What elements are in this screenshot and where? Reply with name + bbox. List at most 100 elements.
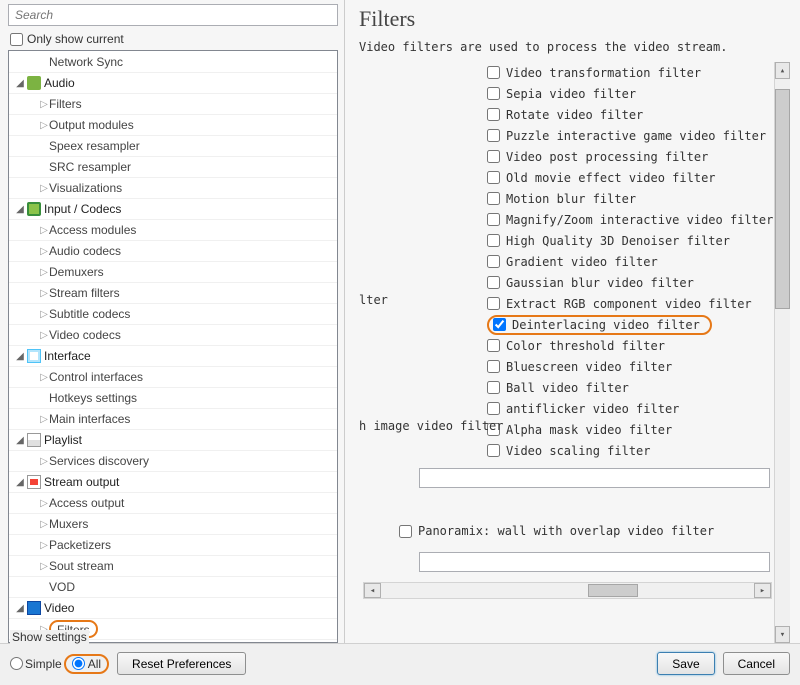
tree-item-output-modules[interactable]: ▷Output modules bbox=[9, 115, 337, 136]
filter-checkbox[interactable] bbox=[493, 318, 506, 331]
filter-checkbox[interactable] bbox=[487, 339, 500, 352]
tree-category-video[interactable]: ◢Video bbox=[9, 598, 337, 619]
filter-option[interactable]: Bluescreen video filter bbox=[487, 356, 773, 377]
filter-checkbox[interactable] bbox=[487, 192, 500, 205]
filter-checkbox[interactable] bbox=[487, 108, 500, 121]
filter-checkbox[interactable] bbox=[487, 402, 500, 415]
filter-option[interactable]: Motion blur filter bbox=[487, 188, 773, 209]
filter-checkbox[interactable] bbox=[487, 297, 500, 310]
filter-option[interactable]: Magnify/Zoom interactive video filter bbox=[487, 209, 773, 230]
panoramix-checkbox[interactable] bbox=[399, 525, 412, 538]
tree-item-sout-stream[interactable]: ▷Sout stream bbox=[9, 556, 337, 577]
filter-option[interactable]: Extract RGB component video filter bbox=[487, 293, 773, 314]
expand-arrow-icon[interactable]: ▷ bbox=[39, 94, 49, 115]
expand-arrow-icon[interactable]: ◢ bbox=[15, 199, 25, 220]
tree-category-interface[interactable]: ◢Interface bbox=[9, 346, 337, 367]
filter-module-input-2[interactable] bbox=[419, 552, 770, 572]
simple-radio[interactable]: Simple bbox=[10, 657, 62, 671]
filter-checkbox[interactable] bbox=[487, 129, 500, 142]
expand-arrow-icon[interactable]: ◢ bbox=[15, 73, 25, 94]
tree-item-filters[interactable]: ▷Filters bbox=[9, 94, 337, 115]
all-radio-input[interactable] bbox=[72, 657, 85, 670]
expand-arrow-icon[interactable]: ▷ bbox=[39, 178, 49, 199]
expand-arrow-icon[interactable]: ▷ bbox=[39, 304, 49, 325]
scroll-left-icon[interactable]: ◂ bbox=[364, 583, 381, 598]
tree-item-packetizers[interactable]: ▷Packetizers bbox=[9, 535, 337, 556]
cancel-button[interactable]: Cancel bbox=[723, 652, 790, 675]
filter-option[interactable]: antiflicker video filter bbox=[487, 398, 773, 419]
vscroll-thumb[interactable] bbox=[775, 89, 790, 309]
expand-arrow-icon[interactable]: ▷ bbox=[39, 535, 49, 556]
tree-category-playlist[interactable]: ◢Playlist bbox=[9, 430, 337, 451]
tree-item-network-sync[interactable]: Network Sync bbox=[9, 52, 337, 73]
filter-option[interactable]: Color threshold filter bbox=[487, 335, 773, 356]
filter-option[interactable]: Video scaling filter bbox=[487, 440, 773, 461]
expand-arrow-icon[interactable]: ▷ bbox=[39, 283, 49, 304]
filter-option[interactable]: Gradient video filter bbox=[487, 251, 773, 272]
expand-arrow-icon[interactable]: ▷ bbox=[39, 451, 49, 472]
expand-arrow-icon[interactable]: ◢ bbox=[15, 598, 25, 619]
tree-item-main-interfaces[interactable]: ▷Main interfaces bbox=[9, 409, 337, 430]
tree-item-subtitle-codecs[interactable]: ▷Subtitle codecs bbox=[9, 304, 337, 325]
filter-checkbox[interactable] bbox=[487, 255, 500, 268]
tree-item-speex-resampler[interactable]: Speex resampler bbox=[9, 136, 337, 157]
expand-arrow-icon[interactable]: ▷ bbox=[39, 115, 49, 136]
expand-arrow-icon[interactable]: ▷ bbox=[39, 493, 49, 514]
expand-arrow-icon[interactable]: ◢ bbox=[15, 472, 25, 493]
filter-option[interactable]: Puzzle interactive game video filter bbox=[487, 125, 773, 146]
expand-arrow-icon[interactable]: ▷ bbox=[39, 556, 49, 577]
tree-item-video-codecs[interactable]: ▷Video codecs bbox=[9, 325, 337, 346]
filter-checkbox[interactable] bbox=[487, 87, 500, 100]
tree-item-services-discovery[interactable]: ▷Services discovery bbox=[9, 451, 337, 472]
filter-checkbox[interactable] bbox=[487, 381, 500, 394]
tree-item-audio-codecs[interactable]: ▷Audio codecs bbox=[9, 241, 337, 262]
filter-checkbox[interactable] bbox=[487, 276, 500, 289]
tree-item-muxers[interactable]: ▷Muxers bbox=[9, 514, 337, 535]
tree-category-audio[interactable]: ◢Audio bbox=[9, 73, 337, 94]
tree-item-stream-filters[interactable]: ▷Stream filters bbox=[9, 283, 337, 304]
tree-category-stream-output[interactable]: ◢Stream output bbox=[9, 472, 337, 493]
expand-arrow-icon[interactable]: ▷ bbox=[39, 325, 49, 346]
filter-module-input-1[interactable] bbox=[419, 468, 770, 488]
expand-arrow-icon[interactable]: ▷ bbox=[39, 262, 49, 283]
scroll-down-icon[interactable]: ▾ bbox=[775, 626, 790, 643]
filter-option[interactable]: High Quality 3D Denoiser filter bbox=[487, 230, 773, 251]
all-radio[interactable]: All bbox=[72, 657, 101, 671]
tree-item-visualizations[interactable]: ▷Visualizations bbox=[9, 178, 337, 199]
expand-arrow-icon[interactable]: ▷ bbox=[39, 514, 49, 535]
tree-item-src-resampler[interactable]: SRC resampler bbox=[9, 157, 337, 178]
tree-item-vod[interactable]: VOD bbox=[9, 577, 337, 598]
filter-checkbox[interactable] bbox=[487, 213, 500, 226]
filter-option[interactable]: Video post processing filter bbox=[487, 146, 773, 167]
only-show-current-checkbox[interactable]: Only show current bbox=[8, 32, 338, 46]
filter-option[interactable]: Rotate video filter bbox=[487, 104, 773, 125]
scroll-up-icon[interactable]: ▴ bbox=[775, 62, 790, 79]
tree-item-access-modules[interactable]: ▷Access modules bbox=[9, 220, 337, 241]
filter-option[interactable]: Old movie effect video filter bbox=[487, 167, 773, 188]
expand-arrow-icon[interactable]: ▷ bbox=[39, 409, 49, 430]
tree-item-hotkeys-settings[interactable]: Hotkeys settings bbox=[9, 388, 337, 409]
hscroll-thumb[interactable] bbox=[588, 584, 638, 597]
settings-tree[interactable]: Network Sync◢Audio▷Filters▷Output module… bbox=[8, 50, 338, 643]
reset-preferences-button[interactable]: Reset Preferences bbox=[117, 652, 246, 675]
only-show-current-box[interactable] bbox=[10, 33, 23, 46]
tree-item-demuxers[interactable]: ▷Demuxers bbox=[9, 262, 337, 283]
filter-option[interactable]: Ball video filter bbox=[487, 377, 773, 398]
tree-item-access-output[interactable]: ▷Access output bbox=[9, 493, 337, 514]
tree-category-input-codecs[interactable]: ◢Input / Codecs bbox=[9, 199, 337, 220]
horizontal-scrollbar[interactable]: ◂ ▸ bbox=[363, 582, 772, 599]
filter-checkbox[interactable] bbox=[487, 444, 500, 457]
search-input[interactable] bbox=[8, 4, 338, 26]
filter-option[interactable]: Sepia video filter bbox=[487, 83, 773, 104]
filter-option[interactable]: Video transformation filter bbox=[487, 62, 773, 83]
scroll-right-icon[interactable]: ▸ bbox=[754, 583, 771, 598]
filter-option[interactable]: Alpha mask video filter bbox=[487, 419, 773, 440]
expand-arrow-icon[interactable]: ◢ bbox=[15, 346, 25, 367]
filter-checkbox[interactable] bbox=[487, 360, 500, 373]
expand-arrow-icon[interactable]: ▷ bbox=[39, 220, 49, 241]
filter-checkbox[interactable] bbox=[487, 234, 500, 247]
save-button[interactable]: Save bbox=[657, 652, 714, 675]
filter-checkbox[interactable] bbox=[487, 66, 500, 79]
expand-arrow-icon[interactable]: ▷ bbox=[39, 367, 49, 388]
vertical-scrollbar[interactable]: ▴ ▾ bbox=[774, 62, 790, 643]
